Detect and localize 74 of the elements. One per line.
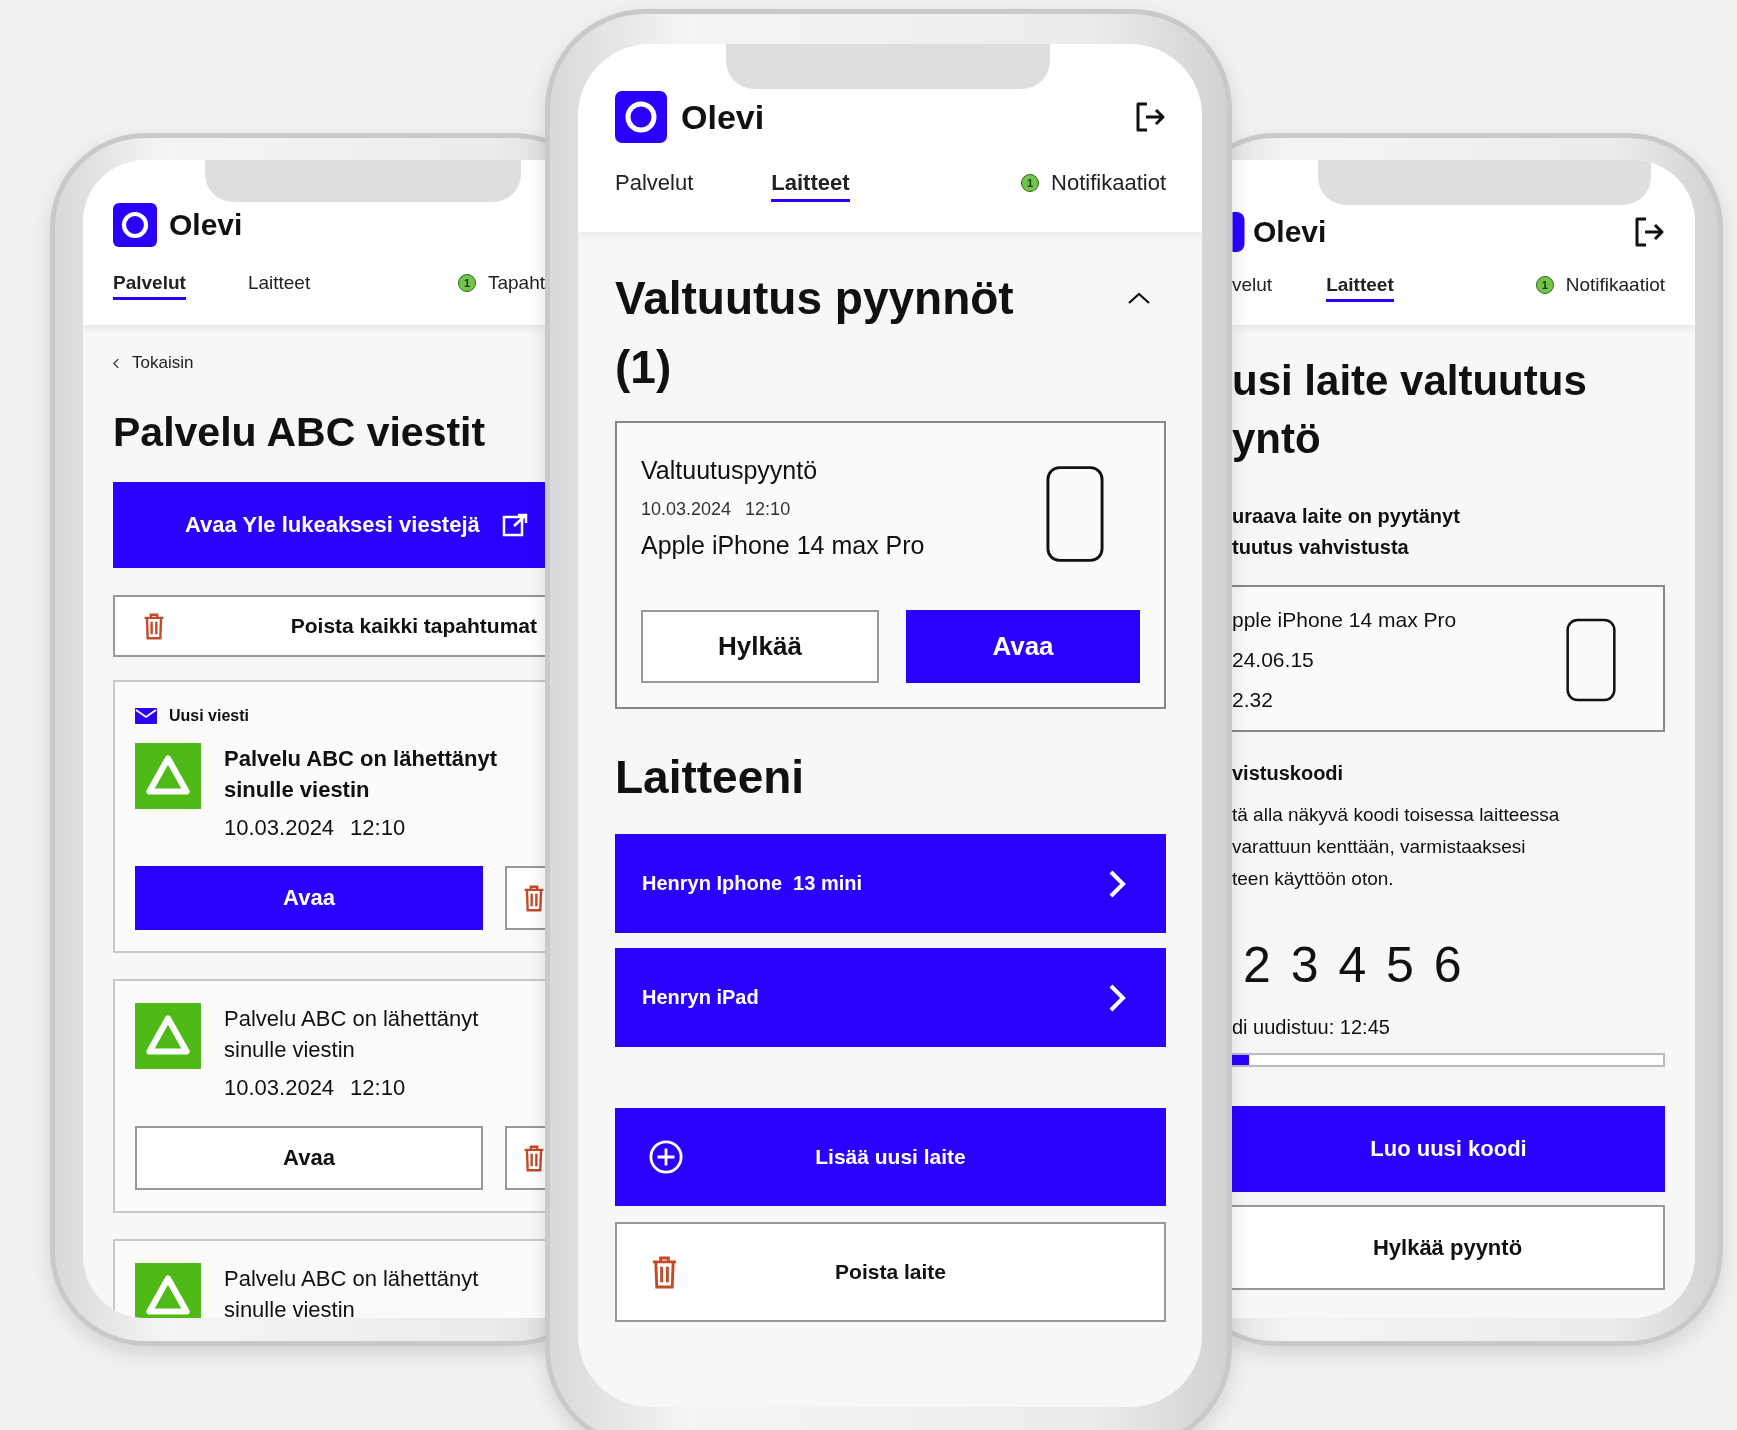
notification-badge: 1	[1021, 174, 1040, 192]
open-external-button[interactable]: Avaa Yle lukeaksesi viestejä	[113, 482, 545, 568]
section-title: vistuskoodi	[1232, 761, 1345, 786]
logout-icon[interactable]	[1633, 216, 1665, 248]
chevron-left-icon	[113, 357, 120, 369]
reject-request-button[interactable]: Hylkää pyyntö	[1232, 1205, 1665, 1290]
nav-tab[interactable]: Laitteet	[1326, 274, 1394, 302]
add-device-button[interactable]: Lisää uusi laite	[615, 1108, 1166, 1206]
app-name: Olevi	[681, 97, 765, 137]
trash-icon	[523, 1144, 545, 1172]
trash-icon	[523, 884, 545, 912]
phone-icon	[1566, 618, 1616, 702]
back-link[interactable]: Tokaisin	[113, 352, 194, 374]
message-text: Palvelu ABC on lähettänyt sinulle viestin	[224, 1265, 480, 1318]
logo-icon	[615, 91, 667, 143]
plus-circle-icon	[649, 1140, 683, 1174]
instruction-text: tä alla näkyvä koodi toisessa laitteessa varattuun kenttään, varmistaaksesi teen käyttöön oton.	[1232, 803, 1561, 891]
message-time: 12:10	[350, 1074, 406, 1102]
device-list-item[interactable]: Henryn Iphone 13 mini	[615, 834, 1166, 933]
nav-tab[interactable]: 1 Notifikaatiot	[1021, 170, 1166, 202]
new-message-label: Uusi viesti	[169, 707, 250, 725]
device-list-item[interactable]: Henryn iPad	[615, 948, 1166, 1047]
chevron-right-icon	[1108, 982, 1126, 1013]
device-detail: 2.32	[1232, 687, 1274, 713]
trash-icon	[651, 1256, 678, 1289]
logout-icon[interactable]	[1134, 101, 1166, 133]
nav-tab[interactable]: Laitteet	[771, 170, 850, 202]
device-detail: 24.06.15	[1232, 647, 1315, 673]
verification-code: 2 3 4 5 6	[1242, 936, 1462, 995]
nav-tab[interactable]: velut	[1232, 274, 1273, 302]
new-code-button[interactable]: Luo uusi koodi	[1232, 1106, 1665, 1192]
message-date: 10.03.2024	[224, 1074, 335, 1102]
open-button[interactable]: Avaa	[135, 866, 483, 930]
delete-all-button[interactable]: Poista kaikki tapahtumat	[113, 595, 545, 657]
request-date: 10.03.2024	[641, 498, 732, 521]
message-text: Palvelu ABC on lähettänyt sinulle viestin	[224, 1005, 480, 1064]
section-title: Laitteeni	[615, 750, 806, 805]
page-title: Palvelu ABC viestit	[113, 408, 487, 457]
logo-icon	[113, 203, 157, 247]
intro-text: uraava laite on pyytänyt tuutus vahvistusta	[1232, 504, 1461, 560]
nav-tab[interactable]: Palvelut	[113, 272, 186, 300]
open-button[interactable]: Avaa	[906, 610, 1140, 683]
message-time: 12:10	[350, 814, 406, 842]
logo-icon	[1232, 212, 1245, 252]
notification-badge: 1	[457, 274, 476, 292]
delete-button[interactable]	[505, 1126, 545, 1190]
notification-badge: 1	[1535, 276, 1554, 294]
service-logo-icon	[135, 743, 201, 809]
page-title: usi laite valtuutus yntö	[1232, 356, 1588, 464]
service-logo-icon	[135, 1003, 201, 1069]
app-name: Olevi	[169, 208, 243, 242]
nav-tab[interactable]: Palvelut	[615, 170, 694, 202]
nav-tab[interactable]: 1 Tapaht	[457, 272, 545, 300]
open-button[interactable]: Avaa	[135, 1126, 483, 1190]
message-text: Palvelu ABC on lähettänyt sinulle viestin	[224, 745, 498, 804]
device-detail: pple iPhone 14 max Pro	[1232, 607, 1457, 633]
trash-icon	[143, 612, 165, 640]
external-link-icon	[501, 513, 528, 537]
nav-tab[interactable]: 1 Notifikaatiot	[1535, 274, 1665, 302]
nav-tab[interactable]: Laitteet	[247, 272, 311, 300]
chevron-up-icon[interactable]	[1127, 291, 1151, 305]
renew-time-text: di uudistuu: 12:45	[1232, 1015, 1391, 1040]
request-time: 12:10	[745, 498, 791, 521]
section-title: Valtuutus pyynnöt (1)	[615, 271, 1015, 395]
device-name: Apple iPhone 14 max Pro	[641, 530, 925, 561]
request-label: Valtuutuspyyntö	[641, 455, 819, 486]
phone-icon	[1046, 464, 1104, 564]
delete-button[interactable]	[505, 866, 545, 930]
delete-device-button[interactable]: Poista laite	[615, 1222, 1166, 1322]
message-date: 10.03.2024	[224, 814, 335, 842]
reject-button[interactable]: Hylkää	[641, 610, 879, 683]
mail-icon	[135, 708, 157, 724]
app-name: Olevi	[1253, 215, 1327, 249]
chevron-right-icon	[1108, 868, 1126, 899]
